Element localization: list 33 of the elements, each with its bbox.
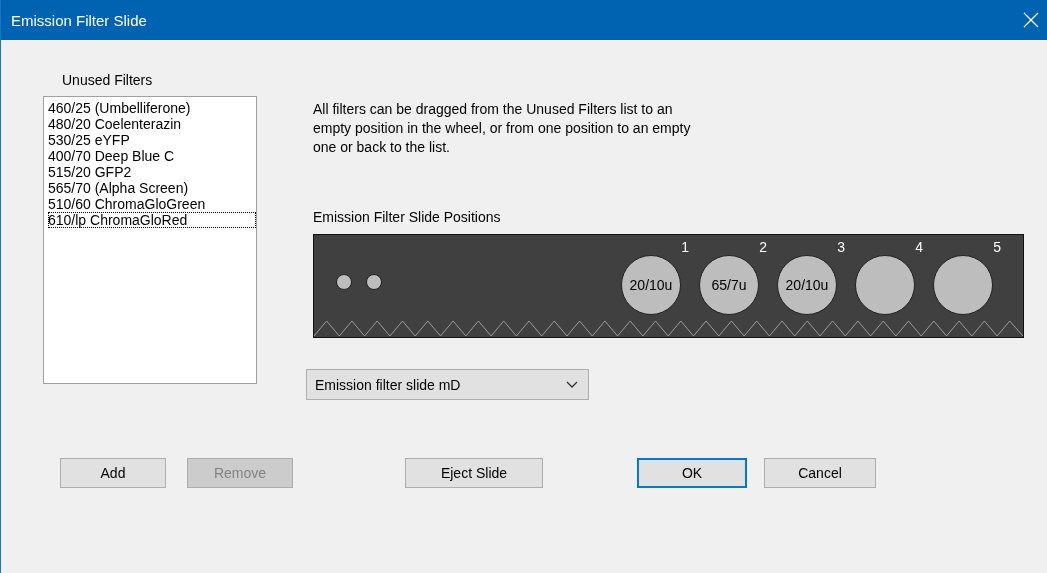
position-number: 1 [681,239,689,255]
position-number: 5 [993,239,1001,255]
dialog-button[interactable]: Eject Slide [405,458,543,488]
slide-hole-icon [366,274,382,290]
dialog-button[interactable]: OK [637,458,747,488]
filter-name: 65/7u [711,277,747,293]
list-item[interactable]: 565/70 (Alpha Screen) [48,180,256,196]
list-item[interactable]: 460/25 (Umbelliferone) [48,100,256,116]
slide-dropdown[interactable]: Emission filter slide mD [306,369,589,400]
position-number: 3 [837,239,845,255]
filter-list[interactable]: 460/25 (Umbelliferone) 480/20 Coelenterazin 530/25 eYFP 400/70 Deep Blue C 515/20 GFP2 565/70 (Alpha Screen) 510/60 ChromaGloGreen 610/lp ChromaGloRed [43,96,257,384]
filter-name: 20/10u [785,277,829,293]
filter-position[interactable]: 20/10u [621,255,681,315]
filter-position[interactable]: 20/10u [777,255,837,315]
window-title: Emission Filter Slide [11,11,147,29]
list-item[interactable]: 400/70 Deep Blue C [48,148,256,164]
list-item[interactable]: 530/25 eYFP [48,132,256,148]
list-item[interactable]: 610/lp ChromaGloRed [48,212,256,228]
dialog-button[interactable]: Add [60,458,166,488]
list-item[interactable]: 510/60 ChromaGloGreen [48,196,256,212]
position-number: 2 [759,239,767,255]
list-label: Unused Filters [62,72,154,88]
slide-hole-icon [336,274,352,290]
position-number: 4 [915,239,923,255]
filter-position[interactable]: 65/7u [699,255,759,315]
dialog-button[interactable]: Cancel [764,458,876,488]
slide-label: Emission Filter Slide Positions [313,209,502,225]
chevron-down-icon [566,380,578,389]
instructions-text: All filters can be dragged from the Unused Filters list to an empty position in the wheel, or from one position to an empty one or back to the list. [313,100,692,157]
list-item[interactable]: 480/20 Coelenterazin [48,116,256,132]
filter-name: 20/10u [629,277,673,293]
close-icon[interactable] [1023,12,1039,28]
list-item[interactable]: 515/20 GFP2 [48,164,256,180]
